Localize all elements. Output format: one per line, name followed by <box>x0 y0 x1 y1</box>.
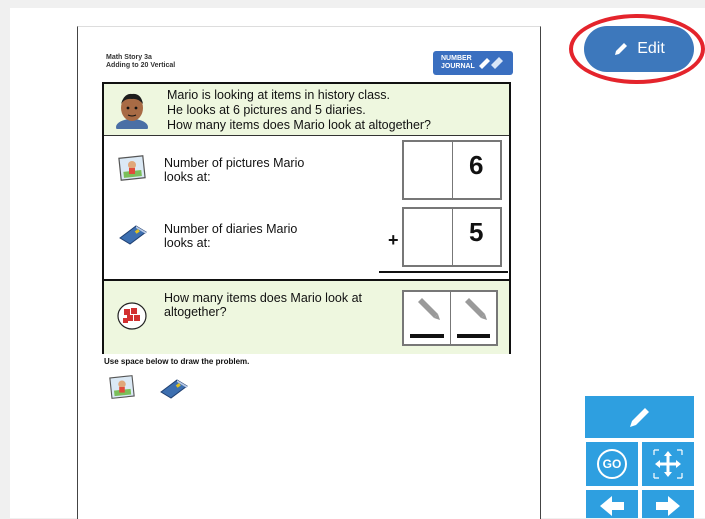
story-problem-card: Mario is looking at items in history cla… <box>102 82 511 354</box>
previous-page-button[interactable] <box>586 490 638 518</box>
pictures-label: Number of pictures Mario looks at: <box>164 156 324 184</box>
diaries-digit: 5 <box>469 217 484 247</box>
pictures-label-line2: looks at: <box>164 170 211 184</box>
diary-icon <box>119 225 147 245</box>
tens-cell <box>404 209 452 265</box>
pencil-icon <box>629 408 649 427</box>
pencil-icon <box>464 298 487 320</box>
answer-ones-cell[interactable] <box>449 292 497 344</box>
answer-label-line2: altogether? <box>164 305 227 319</box>
answer-input-box[interactable] <box>402 290 498 346</box>
pictures-number-box: 6 <box>402 140 502 200</box>
tens-cell <box>404 142 452 198</box>
ones-cell: 5 <box>451 209 501 265</box>
story-line1: Mario is looking at items in history cla… <box>167 88 390 102</box>
story-line3: How many items does Mario look at altoge… <box>167 118 432 132</box>
sum-line <box>379 271 508 273</box>
answer-label: How many items does Mario look at altoge… <box>164 291 394 319</box>
worksheet-title-line1: Math Story 3a <box>106 54 152 61</box>
picture-icon <box>118 155 146 181</box>
story-panel: Mario is looking at items in history cla… <box>104 84 509 136</box>
move-button[interactable] <box>642 442 694 486</box>
draw-caption: Use space below to draw the problem. <box>104 357 250 366</box>
ruler-pencil-icon <box>479 57 503 69</box>
pencil-icon <box>418 298 440 320</box>
arrow-right-icon <box>656 496 680 516</box>
pictures-label-line1: Number of pictures Mario <box>164 156 305 170</box>
go-button[interactable]: GO <box>586 442 638 486</box>
draw-tool-button[interactable] <box>585 396 694 438</box>
picture-icon <box>109 375 135 399</box>
edit-button-label: Edit <box>637 40 665 57</box>
pencil-icon <box>615 43 628 55</box>
next-page-button[interactable] <box>642 490 694 518</box>
diary-icon <box>160 379 188 399</box>
answer-tens-cell[interactable] <box>404 292 450 344</box>
move-icon <box>653 449 683 479</box>
story-line2: He looks at 6 pictures and 5 diaries. <box>167 103 366 117</box>
badge-line1: NUMBER <box>441 55 472 62</box>
student-avatar-icon <box>112 89 152 129</box>
diaries-label-line2: looks at: <box>164 236 211 250</box>
number-journal-badge: NUMBER JOURNAL <box>433 51 513 75</box>
edit-button[interactable]: Edit <box>584 26 694 72</box>
pictures-digit: 6 <box>469 150 484 180</box>
diaries-label-line1: Number of diaries Mario <box>164 222 298 236</box>
story-text: Mario is looking at items in history cla… <box>167 88 431 133</box>
plus-operator: + <box>388 230 399 250</box>
worksheet-title: Math Story 3a Adding to 20 Vertical <box>106 54 175 70</box>
answer-underline <box>410 334 444 338</box>
answer-panel: How many items does Mario look at altoge… <box>104 279 509 354</box>
diaries-number-box: 5 <box>402 207 502 267</box>
worksheet-title-line2: Adding to 20 Vertical <box>106 62 176 69</box>
diaries-label: Number of diaries Mario looks at: <box>164 222 324 250</box>
items-pile-icon <box>117 302 147 330</box>
go-label: GO <box>597 449 627 479</box>
arrow-left-icon <box>600 496 624 516</box>
ones-cell: 6 <box>451 142 501 198</box>
answer-underline <box>456 334 490 338</box>
answer-label-line1: How many items does Mario look at <box>164 291 362 305</box>
